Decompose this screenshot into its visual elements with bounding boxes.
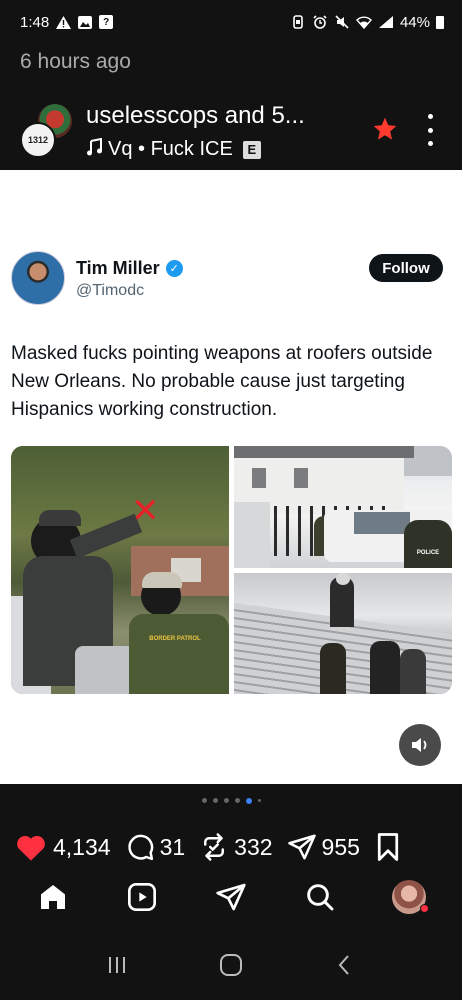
- direct-message-icon: [216, 883, 246, 911]
- status-bar: 1:48 ? 44%: [0, 0, 462, 44]
- back-button[interactable]: [333, 953, 357, 982]
- send-icon: [287, 834, 316, 860]
- carousel-dot: [257, 799, 261, 802]
- time-ago: 6 hours ago: [20, 50, 131, 73]
- nav-direct[interactable]: [211, 877, 251, 917]
- tweet-follow-button: Follow: [369, 254, 443, 282]
- post-media-card[interactable]: Tim Miller ✓ @Timodc Follow Masked fucks…: [0, 170, 462, 784]
- gallery-icon: [77, 15, 93, 29]
- more-options-icon[interactable]: [420, 114, 440, 146]
- police-vest-label: POLICE: [416, 550, 440, 556]
- carousel-dot: [201, 798, 207, 803]
- tweet-photo-house: POLICE: [234, 446, 452, 568]
- nav-home[interactable]: [33, 877, 73, 917]
- warning-icon: [55, 15, 71, 29]
- repost-action[interactable]: 332: [199, 832, 273, 862]
- battery-icon: [436, 15, 444, 29]
- heart-icon: [17, 836, 45, 861]
- signal-icon: [378, 15, 394, 29]
- carousel-dot-active: [245, 798, 252, 804]
- bookmark-icon: [377, 833, 399, 861]
- explicit-badge: E: [242, 140, 261, 159]
- phone-vibrate-icon: [290, 15, 306, 29]
- back-icon: [338, 954, 350, 975]
- tweet-photo-agents: ✕ BORDER PATROL: [11, 446, 229, 694]
- system-navigation: [0, 944, 462, 990]
- nav-reels[interactable]: [122, 877, 162, 917]
- tweet-author-name-row: Tim Miller ✓: [76, 258, 183, 279]
- collab-avatar-front[interactable]: 1312: [20, 122, 56, 158]
- music-note-icon: [86, 137, 102, 161]
- star-icon[interactable]: [372, 116, 398, 149]
- alarm-icon: [312, 15, 328, 29]
- save-action[interactable]: [374, 832, 402, 862]
- comment-icon: [127, 834, 153, 861]
- like-count: 4,134: [53, 833, 111, 860]
- nav-profile[interactable]: [389, 877, 430, 917]
- notification-question-icon: ?: [99, 15, 114, 29]
- account-title[interactable]: uselesscops and 5...: [86, 102, 305, 130]
- border-patrol-patch: BORDER PATROL: [149, 636, 201, 642]
- avatar-text: 1312: [27, 135, 49, 145]
- carousel-dot: [223, 798, 229, 803]
- battery-percent: 44%: [399, 13, 430, 31]
- bottom-navigation: [0, 872, 462, 922]
- recent-apps-button[interactable]: [105, 953, 129, 982]
- carousel-dot: [212, 798, 218, 803]
- collab-avatars[interactable]: 1312: [20, 104, 74, 158]
- comment-count: 31: [159, 833, 186, 860]
- post-header: 1312 uselesscops and 5... Vq • Fuck ICE …: [0, 96, 462, 170]
- comment-action[interactable]: 31: [125, 832, 186, 862]
- home-system-icon: [219, 953, 242, 976]
- reels-icon: [127, 883, 156, 911]
- tweet-media-grid: ✕ BORDER PATROL POLICE: [11, 446, 452, 694]
- carousel-indicator: [0, 798, 462, 804]
- recent-apps-icon: [108, 956, 125, 973]
- audio-label: Vq • Fuck ICE: [108, 138, 233, 160]
- share-action[interactable]: 955: [287, 832, 360, 862]
- status-right: 44%: [290, 14, 444, 31]
- notification-dot: [420, 904, 430, 913]
- like-action[interactable]: 4,134: [14, 832, 111, 862]
- tweet-text: Masked fucks pointing weapons at roofers…: [11, 343, 433, 420]
- wifi-icon: [356, 15, 372, 29]
- repost-icon: [204, 833, 225, 861]
- home-system-button[interactable]: [218, 952, 244, 983]
- carousel-dot: [234, 798, 240, 803]
- home-icon: [40, 885, 65, 909]
- tweet-author-handle: @Timodc: [76, 282, 145, 299]
- post-actions: 4,134 31 332 955: [0, 828, 462, 866]
- verified-badge-icon: ✓: [165, 260, 183, 277]
- audio-track[interactable]: Vq • Fuck ICE E: [86, 137, 261, 161]
- tweet-author-name: Tim Miller: [76, 258, 160, 278]
- search-icon: [307, 884, 334, 911]
- repost-count: 332: [234, 833, 273, 860]
- mute-icon: [334, 15, 350, 29]
- audio-mute-button[interactable]: [399, 724, 441, 766]
- status-left: 1:48 ?: [20, 13, 114, 31]
- tweet-author-avatar: [11, 251, 65, 305]
- nav-search[interactable]: [300, 877, 340, 917]
- tweet-photo-roof: [234, 573, 452, 694]
- share-count: 955: [321, 833, 360, 860]
- status-time: 1:48: [20, 13, 50, 31]
- red-x-mark-icon: ✕: [131, 492, 160, 530]
